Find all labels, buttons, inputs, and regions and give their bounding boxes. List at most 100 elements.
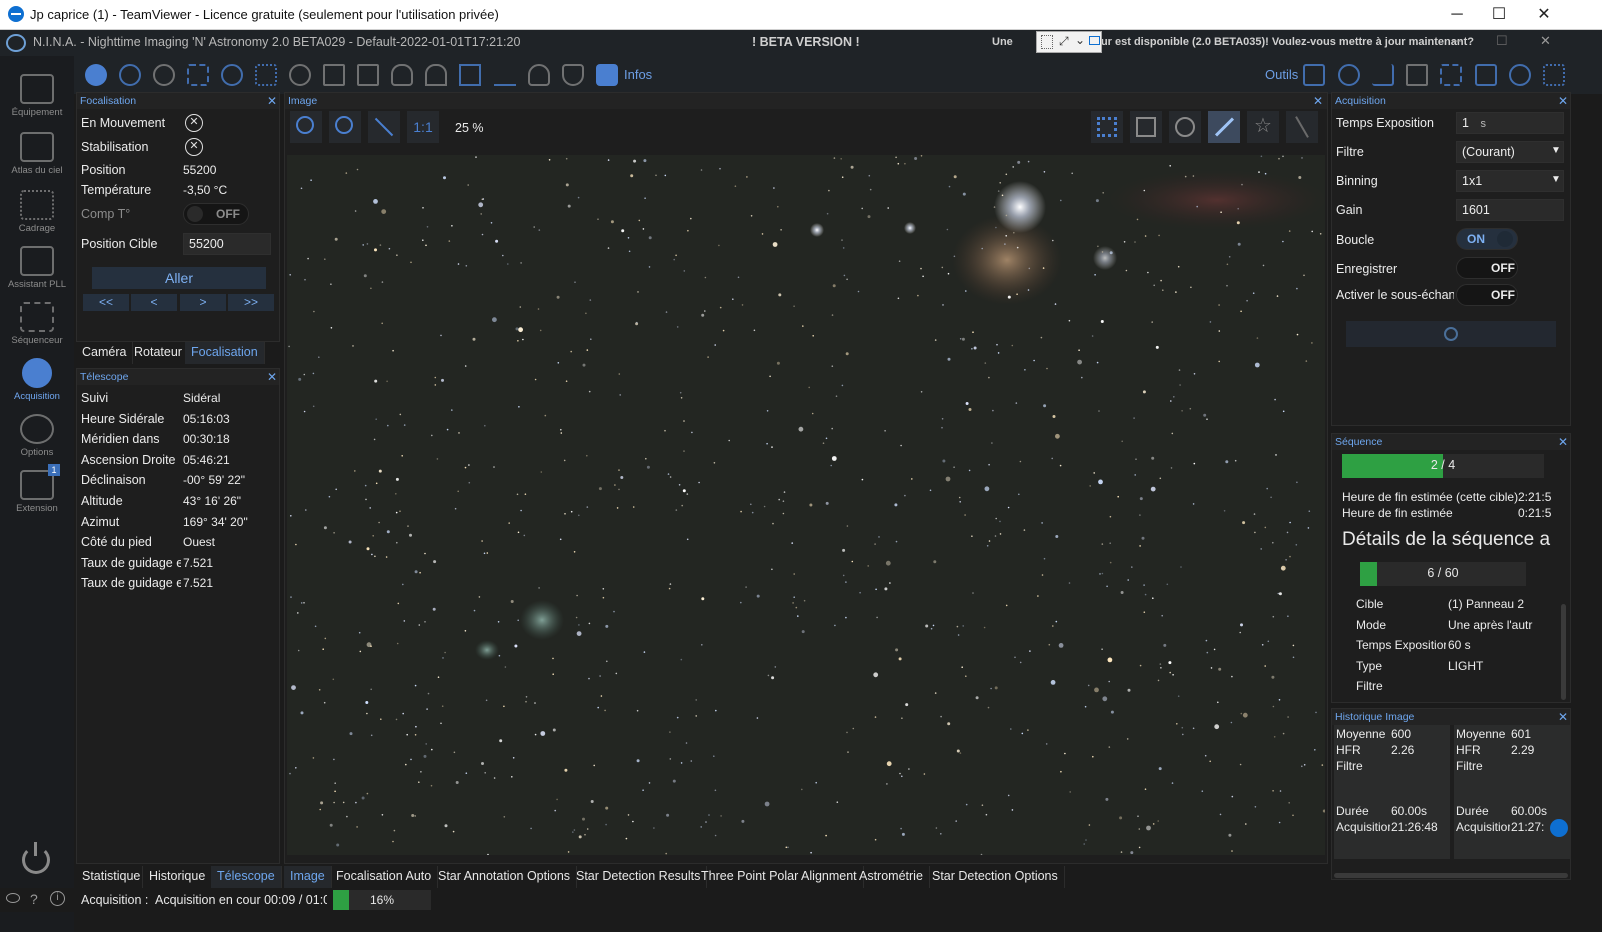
graph-icon[interactable]	[494, 64, 516, 86]
weather-cloud-icon[interactable]	[391, 64, 413, 86]
binning-select[interactable]: 1x1 ▼	[1456, 170, 1564, 192]
nina-minimize-button[interactable]: ─	[1452, 33, 1461, 48]
filter-select[interactable]: (Courant) ▼	[1456, 141, 1564, 163]
history-icon[interactable]	[1509, 64, 1531, 86]
nav-cadrage[interactable]: Cadrage	[0, 190, 74, 234]
help-icon[interactable]: ?	[30, 891, 38, 907]
subsample-toggle[interactable]: OFF	[1456, 284, 1518, 306]
step-back-large-button[interactable]: <<	[83, 294, 129, 311]
fullscreen-icon[interactable]	[1543, 64, 1565, 86]
target-position-input[interactable]: 55200	[183, 233, 271, 255]
eye-icon[interactable]	[6, 893, 20, 903]
puzzle-icon[interactable]	[596, 64, 618, 86]
tab-rotateur[interactable]: Rotateur	[128, 342, 189, 364]
nav-options[interactable]: Options	[0, 414, 74, 458]
close-icon[interactable]: ✕	[1313, 95, 1323, 107]
nav-extension[interactable]: Extension	[0, 470, 74, 514]
rotator-icon[interactable]	[221, 64, 243, 86]
tab-three-point-polar-alignment[interactable]: Three Point Polar Alignment	[695, 866, 864, 888]
history-thumbnail-card[interactable]: Moyenne 601 HFR 2.29 Filtre Durée 60.00s Acquis…	[1454, 725, 1570, 859]
aller-button[interactable]: Aller	[92, 267, 266, 289]
exposure-input[interactable]: 1 s	[1456, 112, 1564, 134]
tab-historique[interactable]: Historique	[143, 866, 213, 888]
tool-measure-icon[interactable]	[1303, 64, 1325, 86]
dome-icon[interactable]	[425, 64, 447, 86]
star-detect-button[interactable]	[1130, 111, 1162, 143]
fit-button[interactable]	[368, 111, 400, 143]
frame-icon[interactable]	[187, 64, 209, 86]
comp-temp-toggle[interactable]: OFF	[183, 203, 249, 225]
list-icon[interactable]	[323, 64, 345, 86]
camera-icon[interactable]	[85, 64, 107, 86]
star	[440, 334, 442, 337]
guider-icon[interactable]	[289, 64, 311, 86]
infos-label[interactable]: Infos	[624, 67, 652, 82]
focuser-icon[interactable]	[153, 64, 175, 86]
close-icon[interactable]: ✕	[267, 95, 277, 107]
screen-icon[interactable]	[1089, 36, 1100, 45]
nav-assistant-pll[interactable]: Assistant PLL	[0, 246, 74, 290]
teamviewer-session-widget[interactable]: ⤢ ⌄	[1036, 31, 1102, 53]
update-notice-link[interactable]: à jour est disponible (2.0 BETA035)! Vou…	[1082, 36, 1474, 48]
tab-star-detection-options[interactable]: Star Detection Options	[926, 866, 1065, 888]
tab-image[interactable]: Image	[284, 866, 332, 888]
step-forward-button[interactable]: >	[180, 294, 226, 311]
shield-icon[interactable]	[562, 64, 584, 86]
tab-astrometrie[interactable]: Astrométrie	[853, 866, 930, 888]
zoom-in-button[interactable]	[290, 111, 322, 143]
nav-atlas[interactable]: Atlas du ciel	[0, 132, 74, 176]
nina-maximize-button[interactable]: ☐	[1496, 33, 1508, 49]
step-forward-large-button[interactable]: >>	[228, 294, 274, 311]
loop-toggle[interactable]: ON	[1456, 228, 1518, 250]
chevron-down-icon[interactable]: ⌄	[1075, 33, 1085, 47]
zoom-out-button[interactable]	[329, 111, 361, 143]
switch-icon[interactable]	[357, 64, 379, 86]
close-icon[interactable]: ✕	[1558, 95, 1568, 107]
lightbulb-icon[interactable]	[528, 64, 550, 86]
sequence-scrollbar[interactable]	[1561, 604, 1566, 700]
grid-icon[interactable]	[1475, 64, 1497, 86]
teamviewer-float-icon[interactable]	[1550, 819, 1568, 837]
tab-star-annotation-options[interactable]: Star Annotation Options	[432, 866, 578, 888]
outils-label[interactable]: Outils	[1265, 67, 1298, 82]
brush-icon[interactable]	[1372, 64, 1394, 86]
step-back-button[interactable]: <	[131, 294, 177, 311]
grid-view-button[interactable]	[1091, 111, 1123, 143]
teamviewer-maximize-button[interactable]: ☐	[1488, 4, 1510, 26]
history-thumbnail-card[interactable]: Moyenne 600 HFR 2.26 Filtre Durée 60.00s Acquis…	[1334, 725, 1450, 859]
filter-wheel-icon[interactable]	[119, 64, 141, 86]
history-scrollbar[interactable]	[1334, 873, 1568, 878]
tab-focalisation[interactable]: Focalisation	[185, 342, 265, 364]
nav-acquisition[interactable]: Acquisition	[0, 358, 74, 402]
zoom-1to1-button[interactable]: 1:1	[407, 111, 439, 143]
tab-star-detection-results[interactable]: Star Detection Results	[570, 866, 708, 888]
teamviewer-minimize-button[interactable]: ─	[1446, 4, 1468, 26]
nav-equipement[interactable]: Équipement	[0, 74, 74, 118]
debayer-button[interactable]	[1286, 111, 1318, 143]
info-icon[interactable]: i	[50, 891, 65, 906]
teamviewer-close-button[interactable]: ✕	[1533, 4, 1555, 26]
save-toggle[interactable]: OFF	[1456, 257, 1518, 279]
search-icon[interactable]	[1338, 64, 1360, 86]
auto-stretch-button[interactable]	[1208, 111, 1240, 143]
close-icon[interactable]: ✕	[267, 371, 277, 383]
annotate-stars-button[interactable]: ☆	[1247, 111, 1279, 143]
close-icon[interactable]: ✕	[1558, 711, 1568, 723]
crosshair-button[interactable]	[1169, 111, 1201, 143]
tab-telescope[interactable]: Télescope	[211, 866, 282, 888]
expand-icon[interactable]: ⤢	[1059, 34, 1069, 49]
close-icon[interactable]: ✕	[1558, 436, 1568, 448]
telescope-icon[interactable]	[255, 64, 277, 86]
bar-chart-icon[interactable]	[459, 64, 481, 86]
start-capture-button[interactable]	[1346, 321, 1556, 347]
star-icon[interactable]	[1406, 64, 1428, 86]
tab-statistique[interactable]: Statistique	[76, 866, 143, 888]
tab-focalisation-auto[interactable]: Focalisation Auto	[330, 866, 439, 888]
nav-sequenceur[interactable]: Séquenceur	[0, 302, 74, 346]
tab-camera[interactable]: Caméra	[76, 342, 134, 364]
nina-close-button[interactable]: ✕	[1540, 33, 1551, 49]
chevron-down-icon: ▼	[1551, 145, 1561, 156]
gain-input[interactable]: 1601	[1456, 199, 1564, 221]
captured-image[interactable]	[287, 155, 1325, 855]
crop-icon[interactable]	[1440, 64, 1462, 86]
